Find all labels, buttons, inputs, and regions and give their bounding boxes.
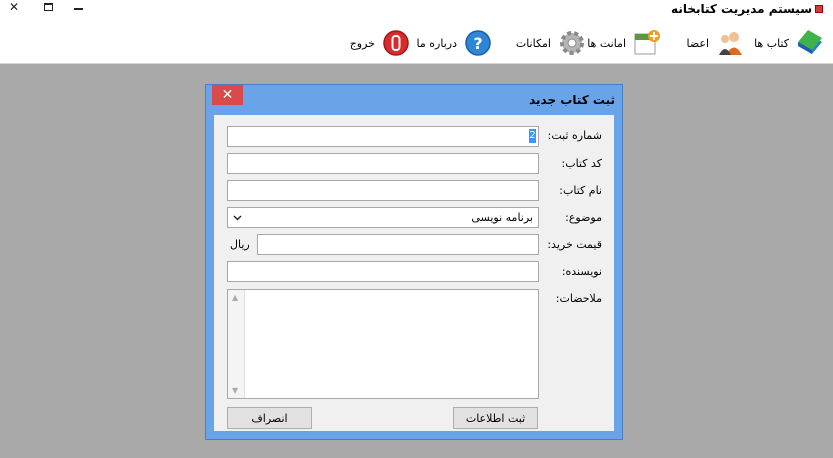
subject-select[interactable]: برنامه نویسی: [227, 207, 539, 228]
toolbar-members-label: اعضا: [686, 36, 709, 50]
dialog-body: شماره ثبت: 2 کد کتاب: نام کتاب: موضوع: ب…: [214, 115, 614, 431]
app-icon: [815, 5, 823, 13]
cancel-button[interactable]: انصراف: [227, 407, 312, 429]
app-title-text: سیستم مدیریت کتابخانه: [671, 2, 812, 16]
gear-icon: [557, 28, 587, 58]
toolbar-about-button[interactable]: ? درباره ما: [417, 27, 493, 59]
toolbar-facilities-label: امکانات: [515, 36, 551, 50]
dialog-close-button[interactable]: ✕: [212, 85, 243, 105]
book-code-label: کد کتاب:: [561, 157, 602, 170]
toolbar-loans-button[interactable]: امانت ها: [587, 27, 662, 59]
help-icon: ?: [463, 28, 493, 58]
toolbar-books-label: کتاب ها: [754, 36, 789, 50]
notes-scrollbar[interactable]: ▲ ▼: [228, 290, 245, 398]
toolbar-loans-label: امانت ها: [587, 36, 626, 50]
svg-text:?: ?: [473, 34, 482, 53]
subject-value: برنامه نویسی: [471, 211, 533, 224]
book-name-field[interactable]: [227, 180, 539, 201]
toolbar-facilities-button[interactable]: امکانات: [516, 27, 587, 59]
close-icon: ✕: [8, 0, 20, 14]
reg-no-field[interactable]: 2: [227, 126, 539, 147]
scroll-up-icon[interactable]: ▲: [232, 293, 238, 302]
window-maximize-button[interactable]: [37, 0, 59, 14]
toolbar-members-button[interactable]: اعضا: [686, 27, 745, 59]
window-close-button[interactable]: ✕: [3, 0, 25, 14]
scroll-down-icon[interactable]: ▼: [232, 386, 238, 395]
minimize-icon: [73, 8, 83, 10]
chevron-down-icon: [233, 212, 242, 225]
price-field[interactable]: [257, 234, 539, 255]
dialog-title: ثبت کتاب جدید: [529, 93, 615, 107]
new-book-dialog: ✕ ثبت کتاب جدید شماره ثبت: 2 کد کتاب: نا…: [205, 84, 623, 440]
reg-no-label: شماره ثبت:: [547, 129, 602, 142]
power-icon: [381, 28, 411, 58]
toolbar-books-button[interactable]: کتاب ها: [754, 27, 825, 59]
close-icon: ✕: [221, 87, 234, 103]
members-icon: [715, 28, 745, 58]
title-bar: ✕ سیستم مدیریت کتابخانه: [0, 0, 833, 21]
reg-no-value: 2: [529, 129, 536, 143]
toolbar-exit-button[interactable]: خروج: [350, 27, 411, 59]
submit-button[interactable]: ثبت اطلاعات: [453, 407, 538, 429]
toolbar-exit-label: خروج: [349, 36, 375, 50]
notes-label: ملاحضات:: [555, 292, 602, 305]
toolbar: کتاب ها اعضا امانت ها امکانات ? درباره م…: [0, 21, 833, 64]
maximize-icon: [43, 3, 53, 11]
author-label: نویسنده:: [561, 265, 602, 278]
price-label: قیمت خرید:: [547, 238, 602, 251]
books-icon: [795, 28, 825, 58]
book-name-label: نام کتاب:: [559, 184, 602, 197]
currency-label: ریال: [230, 238, 250, 251]
author-field[interactable]: [227, 261, 539, 282]
subject-label: موضوع:: [565, 211, 602, 224]
window-minimize-button[interactable]: [67, 0, 89, 14]
notes-textarea[interactable]: ▲ ▼: [227, 289, 539, 399]
app-title: سیستم مدیریت کتابخانه: [671, 2, 823, 16]
book-code-field[interactable]: [227, 153, 539, 174]
toolbar-about-label: درباره ما: [416, 36, 457, 50]
calendar-add-icon: [632, 28, 662, 58]
